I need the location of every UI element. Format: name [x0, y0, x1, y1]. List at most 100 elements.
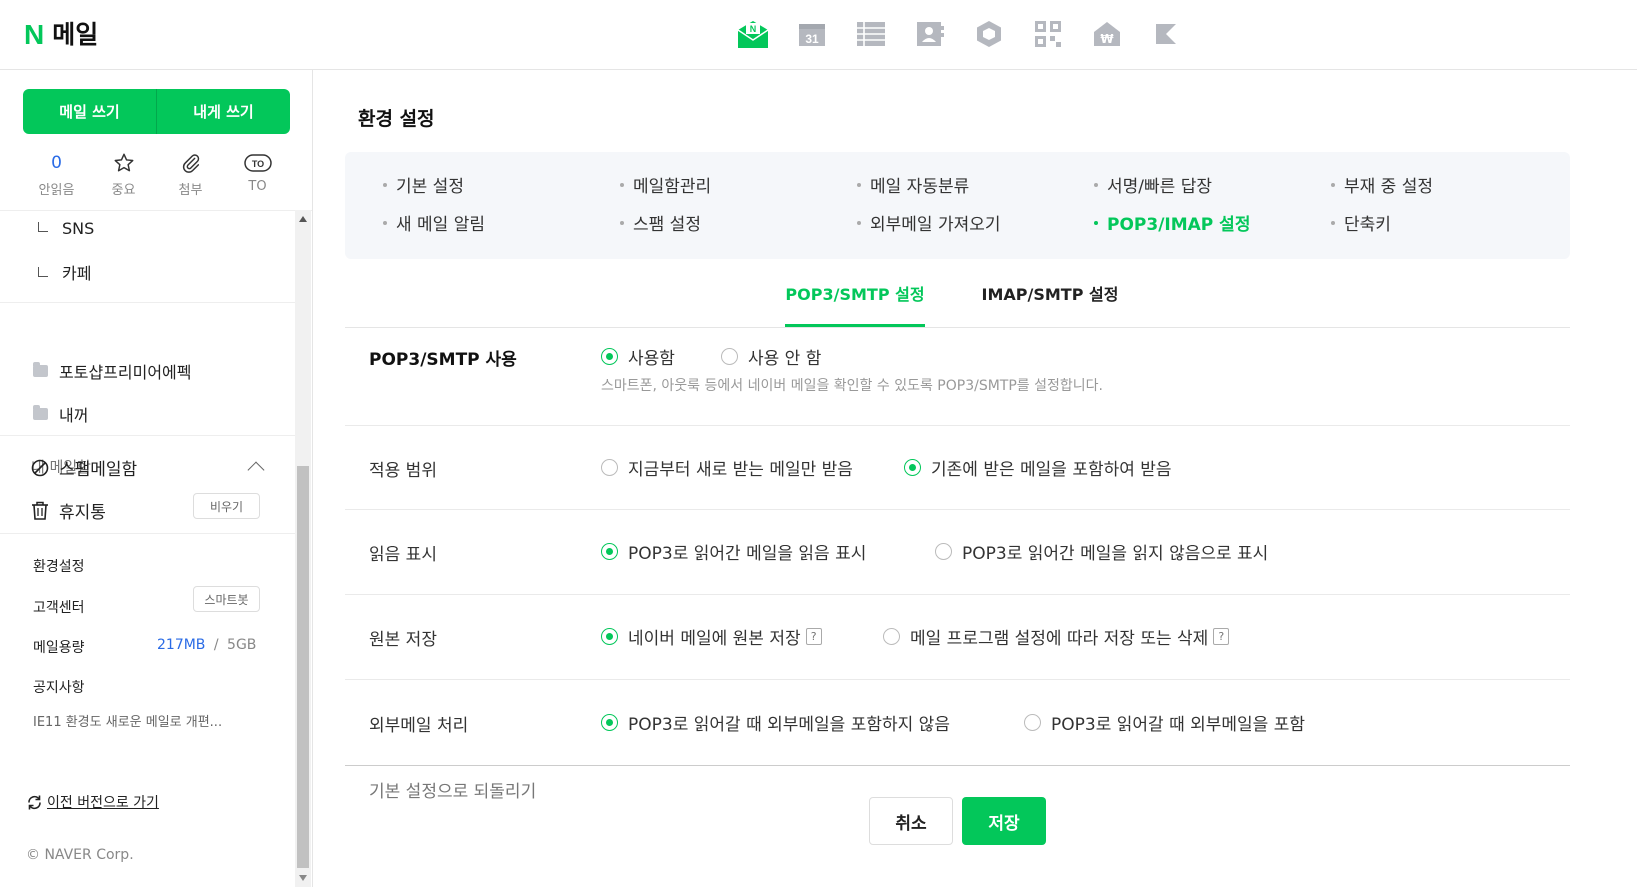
support-link[interactable]: 고객센터 — [33, 597, 85, 617]
menu-new-mail-alert[interactable]: 새 메일 알림 — [383, 210, 485, 235]
star-icon — [114, 153, 133, 172]
menu-absence[interactable]: 부재 중 설정 — [1331, 172, 1433, 197]
important-filter[interactable]: 중요 — [90, 150, 157, 198]
divider — [0, 435, 295, 436]
calendar-app-icon[interactable]: 31 — [796, 18, 828, 50]
radio-unchecked-icon — [935, 543, 952, 560]
help-icon[interactable]: ? — [805, 628, 822, 645]
radio-mark-unread[interactable]: POP3로 읽어간 메일을 읽지 않음으로 표시 — [935, 539, 1268, 564]
qr-app-icon[interactable] — [1032, 18, 1064, 50]
box-app-icon[interactable] — [973, 18, 1005, 50]
radio-use[interactable]: 사용함 — [601, 344, 675, 369]
menu-basic[interactable]: 기본 설정 — [383, 172, 464, 197]
scroll-down-arrow-icon[interactable] — [299, 875, 307, 881]
block-icon — [31, 459, 49, 476]
radio-checked-icon — [601, 714, 618, 731]
subfolder-corner-icon — [38, 222, 48, 232]
row-label: 적용 범위 — [369, 461, 437, 481]
previous-version-link[interactable]: 이전 버전으로 가기 — [26, 792, 159, 812]
folder-cafe[interactable]: 카페 — [38, 260, 91, 284]
radio-include-existing[interactable]: 기존에 받은 메일을 포함하여 받음 — [904, 455, 1172, 480]
attachment-label: 첨부 — [178, 183, 203, 198]
settings-link[interactable]: 환경설정 — [33, 556, 85, 576]
scrollbar-thumb[interactable] — [297, 466, 309, 868]
menu-label: 외부메일 가져오기 — [870, 215, 1001, 235]
menu-shortcut[interactable]: 단축키 — [1331, 210, 1391, 235]
reset-defaults-link[interactable]: 기본 설정으로 되돌리기 — [369, 777, 536, 802]
radio-include-external[interactable]: POP3로 읽어갈 때 외부메일을 포함 — [1024, 710, 1305, 735]
mail-app-icon[interactable]: N — [737, 18, 769, 50]
radio-label: 메일 프로그램 설정에 따라 저장 또는 삭제 — [910, 629, 1209, 649]
quota-used: 217MB — [157, 637, 206, 653]
menu-external-mail[interactable]: 외부메일 가져오기 — [857, 210, 1001, 235]
radio-exclude-external[interactable]: POP3로 읽어갈 때 외부메일을 포함하지 않음 — [601, 710, 950, 735]
folder-sns[interactable]: SNS — [38, 219, 94, 238]
menu-signature[interactable]: 서명/빠른 답장 — [1094, 172, 1212, 197]
folder-icon — [33, 362, 48, 377]
menu-mailbox[interactable]: 메일함관리 — [620, 172, 711, 197]
notice-text[interactable]: IE11 환경도 새로운 메일로 개편... — [33, 711, 263, 730]
radio-follow-client[interactable]: 메일 프로그램 설정에 따라 저장 또는 삭제? — [883, 624, 1230, 649]
empty-trash-button[interactable]: 비우기 — [193, 493, 260, 519]
svg-text:₩: ₩ — [1100, 32, 1114, 46]
trash-folder[interactable]: 휴지통 — [31, 498, 106, 523]
radio-not-use[interactable]: 사용 안 함 — [721, 344, 821, 369]
home-won-app-icon[interactable]: ₩ — [1091, 18, 1123, 50]
sidebar-scrollbar[interactable] — [295, 210, 311, 887]
list-app-icon[interactable] — [855, 18, 887, 50]
compose-mail-button[interactable]: 메일 쓰기 — [23, 89, 156, 134]
my-folder-label: 내꺼 — [59, 406, 89, 425]
page-title: 환경 설정 — [358, 108, 435, 130]
bullet-icon — [857, 182, 861, 187]
radio-keep-original[interactable]: 네이버 메일에 원본 저장? — [601, 624, 822, 649]
row-label: 외부메일 처리 — [369, 716, 469, 736]
settings-main: 환경 설정 기본 설정 메일함관리 메일 자동분류 서명/빠른 답장 부재 중 … — [314, 70, 1637, 887]
unread-filter[interactable]: 0 안읽음 — [23, 150, 90, 198]
menu-spam[interactable]: 스팸 설정 — [620, 210, 701, 235]
tab-pop3-smtp[interactable]: POP3/SMTP 설정 — [785, 280, 925, 327]
top-header: N 메일 N 31 ₩ — [0, 0, 1637, 70]
help-icon[interactable]: ? — [1213, 628, 1230, 645]
menu-label: 스팸 설정 — [633, 215, 701, 235]
radio-unchecked-icon — [883, 628, 900, 645]
folder-sns-label: SNS — [62, 219, 95, 238]
divider — [0, 302, 295, 303]
save-button[interactable]: 저장 — [962, 797, 1046, 845]
unread-label: 안읽음 — [38, 183, 75, 198]
radio-label: POP3로 읽어갈 때 외부메일을 포함하지 않음 — [628, 715, 950, 735]
subfolder-corner-icon — [38, 267, 48, 277]
radio-new-only[interactable]: 지금부터 새로 받는 메일만 받음 — [601, 455, 853, 480]
bullet-icon — [857, 220, 861, 225]
attachment-filter[interactable]: 첨부 — [157, 150, 224, 198]
to-me-filter[interactable]: TO TO — [224, 150, 291, 198]
bookmark-app-icon[interactable] — [1150, 18, 1182, 50]
write-to-self-button[interactable]: 내게 쓰기 — [157, 89, 290, 134]
trash-folder-label: 휴지통 — [59, 503, 106, 523]
radio-label: 지금부터 새로 받는 메일만 받음 — [628, 460, 853, 480]
my-folder-item[interactable]: 포토샵프리미어에펙 — [33, 359, 191, 383]
svg-text:31: 31 — [805, 32, 819, 46]
spam-folder[interactable]: 스팸메일함 — [31, 455, 137, 480]
quota-value: 217MB / 5GB — [157, 637, 256, 653]
folder-icon — [33, 405, 48, 420]
menu-label: 단축키 — [1344, 215, 1391, 235]
quota-total: 5GB — [227, 637, 257, 653]
unread-count: 0 — [51, 153, 62, 173]
menu-auto-classify[interactable]: 메일 자동분류 — [857, 172, 969, 197]
settings-menu: 기본 설정 메일함관리 메일 자동분류 서명/빠른 답장 부재 중 설정 새 메… — [345, 152, 1570, 259]
tab-imap-smtp[interactable]: IMAP/SMTP 설정 — [975, 280, 1125, 327]
svg-text:N: N — [750, 24, 757, 34]
bullet-icon — [1331, 182, 1335, 187]
radio-mark-read[interactable]: POP3로 읽어간 메일을 읽음 표시 — [601, 539, 866, 564]
radio-label: POP3로 읽어갈 때 외부메일을 포함 — [1051, 715, 1305, 735]
naver-mail-logo[interactable]: N 메일 — [24, 18, 98, 52]
cancel-button[interactable]: 취소 — [869, 797, 953, 845]
row-description: 스마트폰, 아웃룩 등에서 네이버 메일을 확인할 수 있도록 POP3/SMT… — [601, 378, 1103, 394]
menu-pop3-imap[interactable]: POP3/IMAP 설정 — [1094, 210, 1250, 235]
my-folder-item[interactable]: 내꺼 — [33, 402, 88, 426]
contacts-app-icon[interactable] — [914, 18, 946, 50]
radio-label: POP3로 읽어간 메일을 읽음 표시 — [628, 544, 867, 564]
smartbot-button[interactable]: 스마트봇 — [193, 586, 260, 612]
notice-label[interactable]: 공지사항 — [33, 677, 85, 697]
scroll-up-arrow-icon[interactable] — [299, 216, 307, 222]
